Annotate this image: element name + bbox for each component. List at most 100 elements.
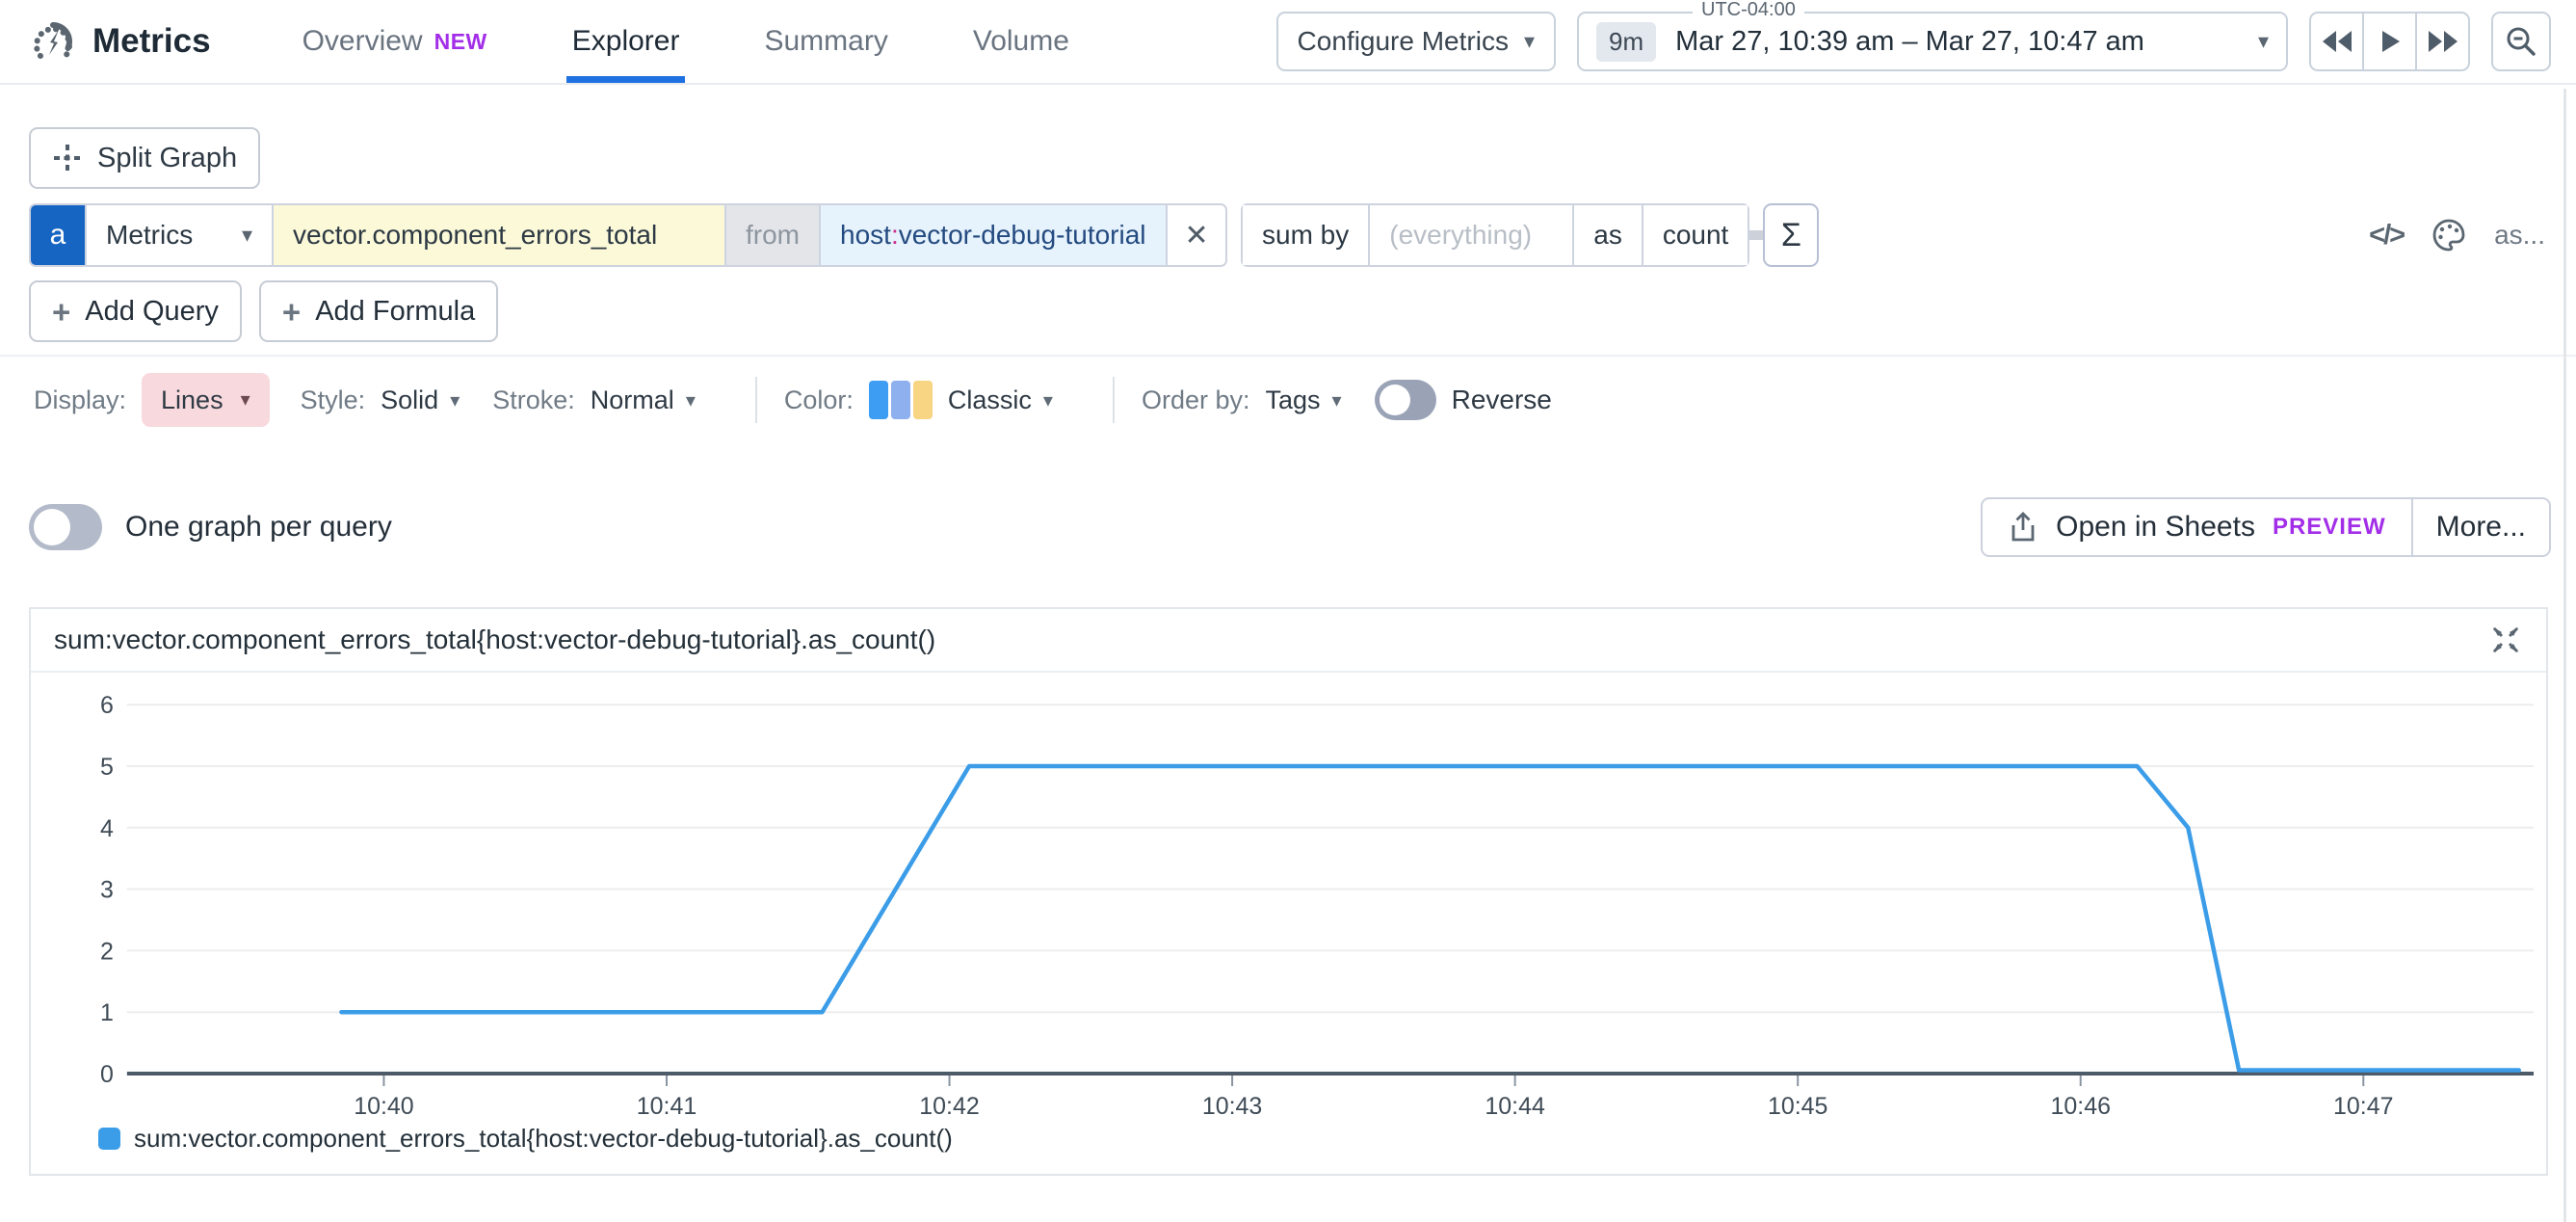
display-label: Display: — [34, 385, 126, 415]
chart-panel: sum:vector.component_errors_total{host:v… — [29, 607, 2548, 1176]
play-button[interactable] — [2362, 12, 2417, 71]
add-formula-button[interactable]: + Add Formula — [259, 280, 498, 342]
play-icon — [2379, 29, 2402, 54]
scrollbar[interactable] — [2563, 89, 2566, 1222]
tab-overview[interactable]: Overview NEW — [302, 0, 487, 83]
svg-text:10:42: 10:42 — [919, 1093, 979, 1116]
sum-by-button[interactable]: sum by — [1243, 205, 1368, 265]
svg-text:5: 5 — [100, 754, 114, 781]
preview-badge: PREVIEW — [2273, 514, 2386, 541]
group-by-input[interactable]: (everything) — [1368, 205, 1572, 265]
chevron-down-icon: ▾ — [2258, 31, 2269, 52]
add-buttons-row: + Add Query + Add Formula — [29, 280, 498, 342]
skip-back-icon — [2321, 29, 2353, 54]
legend-label: sum:vector.component_errors_total{host:v… — [134, 1124, 953, 1154]
skip-forward-icon — [2427, 29, 2459, 54]
open-in-sheets-button[interactable]: Open in Sheets PREVIEW — [1981, 497, 2413, 557]
style-label: Style: — [301, 385, 366, 415]
plus-icon: + — [52, 296, 70, 328]
svg-text:10:41: 10:41 — [637, 1093, 697, 1116]
chart-titlebar: sum:vector.component_errors_total{host:v… — [31, 609, 2546, 673]
query-letter-badge: a — [31, 205, 85, 265]
svg-text:10:40: 10:40 — [354, 1093, 413, 1116]
more-button[interactable]: More... — [2411, 497, 2551, 557]
stroke-dropdown[interactable]: Normal — [591, 385, 674, 415]
color-palette-swatch[interactable] — [869, 381, 933, 419]
split-graph-button[interactable]: Split Graph — [29, 127, 260, 189]
export-icon — [2008, 511, 2038, 544]
order-by-label: Order by: — [1142, 385, 1250, 415]
expand-icon[interactable] — [2488, 623, 2523, 657]
add-query-button[interactable]: + Add Query — [29, 280, 242, 342]
query-row-tools: </> as... — [2369, 203, 2545, 267]
clear-filter-button[interactable]: ✕ — [1166, 205, 1225, 265]
metrics-gauge-icon — [29, 17, 77, 66]
metrics-explorer-page: Metrics Overview NEW Explorer Summary Vo… — [0, 0, 2576, 1222]
legend-swatch — [98, 1128, 120, 1150]
chevron-down-icon: ▾ — [1332, 388, 1342, 412]
new-badge: NEW — [434, 29, 487, 55]
main-nav: Overview NEW Explorer Summary Volume — [302, 0, 1069, 83]
configure-metrics-button[interactable]: Configure Metrics ▾ — [1276, 12, 1556, 71]
sigma-function-button[interactable]: Σ — [1763, 203, 1819, 267]
tab-volume[interactable]: Volume — [973, 0, 1069, 83]
svg-text:0: 0 — [100, 1061, 114, 1088]
one-graph-label: One graph per query — [125, 511, 392, 544]
shift-forward-button[interactable] — [2415, 12, 2470, 71]
color-scheme-dropdown[interactable]: Classic — [948, 385, 1032, 415]
chart-legend[interactable]: sum:vector.component_errors_total{host:v… — [31, 1124, 2546, 1154]
display-options-row: Display: Lines ▾ Style: Solid ▾ Stroke: … — [34, 370, 1552, 430]
palette-icon[interactable] — [2431, 217, 2467, 253]
divider — [1113, 377, 1115, 423]
tab-summary[interactable]: Summary — [764, 0, 887, 83]
svg-text:4: 4 — [100, 815, 114, 842]
one-graph-per-query: One graph per query — [29, 504, 392, 550]
chevron-down-icon: ▾ — [686, 388, 696, 412]
svg-text:10:46: 10:46 — [2051, 1093, 2111, 1116]
reverse-label: Reverse — [1452, 385, 1552, 415]
chevron-down-icon: ▾ — [1524, 31, 1535, 52]
time-range-text: Mar 27, 10:39 am – Mar 27, 10:47 am — [1675, 26, 2258, 58]
query-group-aggregation: sum by (everything) as count — [1241, 203, 1749, 267]
color-label: Color: — [784, 385, 854, 415]
stroke-label: Stroke: — [492, 385, 575, 415]
svg-text:2: 2 — [100, 938, 114, 965]
svg-text:10:45: 10:45 — [1768, 1093, 1827, 1116]
timezone-label: UTC-04:00 — [1693, 0, 1804, 21]
query-source-dropdown[interactable]: Metrics ▾ — [85, 205, 272, 265]
svg-text:1: 1 — [100, 999, 114, 1026]
svg-text:6: 6 — [100, 692, 114, 719]
chevron-down-icon: ▾ — [1043, 388, 1053, 412]
section-divider — [0, 355, 2576, 357]
time-range-selector[interactable]: UTC-04:00 9m Mar 27, 10:39 am – Mar 27, … — [1577, 12, 2288, 71]
plus-icon: + — [282, 296, 301, 328]
split-graph-icon — [52, 143, 83, 173]
metric-name-input[interactable]: vector.component_errors_total — [272, 205, 724, 265]
svg-text:3: 3 — [100, 877, 114, 904]
chevron-down-icon: ▾ — [242, 225, 252, 246]
sigma-icon: Σ — [1781, 217, 1801, 254]
from-label: from — [724, 205, 819, 265]
query-group-main: a Metrics ▾ vector.component_errors_tota… — [29, 203, 1227, 267]
query-row: a Metrics ▾ vector.component_errors_tota… — [29, 203, 1819, 267]
sheets-actions: Open in Sheets PREVIEW More... — [1981, 497, 2551, 557]
as-more-button[interactable]: as... — [2494, 220, 2545, 251]
svg-text:10:47: 10:47 — [2333, 1093, 2393, 1116]
tab-explorer[interactable]: Explorer — [572, 0, 680, 83]
style-dropdown[interactable]: Solid — [381, 385, 438, 415]
chart-plot[interactable]: 012345610:4010:4110:4210:4310:4410:4510:… — [31, 673, 2546, 1116]
order-by-dropdown[interactable]: Tags — [1266, 385, 1321, 415]
rollup-count-button[interactable]: count — [1642, 205, 1748, 265]
filter-tag-input[interactable]: host:vector-debug-tutorial — [819, 205, 1166, 265]
display-type-dropdown[interactable]: Lines ▾ — [142, 373, 270, 427]
code-view-icon[interactable]: </> — [2369, 220, 2404, 252]
close-icon: ✕ — [1184, 219, 1208, 252]
as-label: as — [1572, 205, 1642, 265]
svg-text:10:44: 10:44 — [1485, 1093, 1545, 1116]
shift-back-button[interactable] — [2309, 12, 2364, 71]
zoom-out-button[interactable] — [2491, 12, 2551, 71]
one-graph-toggle[interactable] — [29, 504, 102, 550]
chart-title: sum:vector.component_errors_total{host:v… — [54, 624, 935, 655]
reverse-toggle[interactable] — [1375, 380, 1436, 420]
chevron-down-icon: ▾ — [241, 390, 250, 410]
